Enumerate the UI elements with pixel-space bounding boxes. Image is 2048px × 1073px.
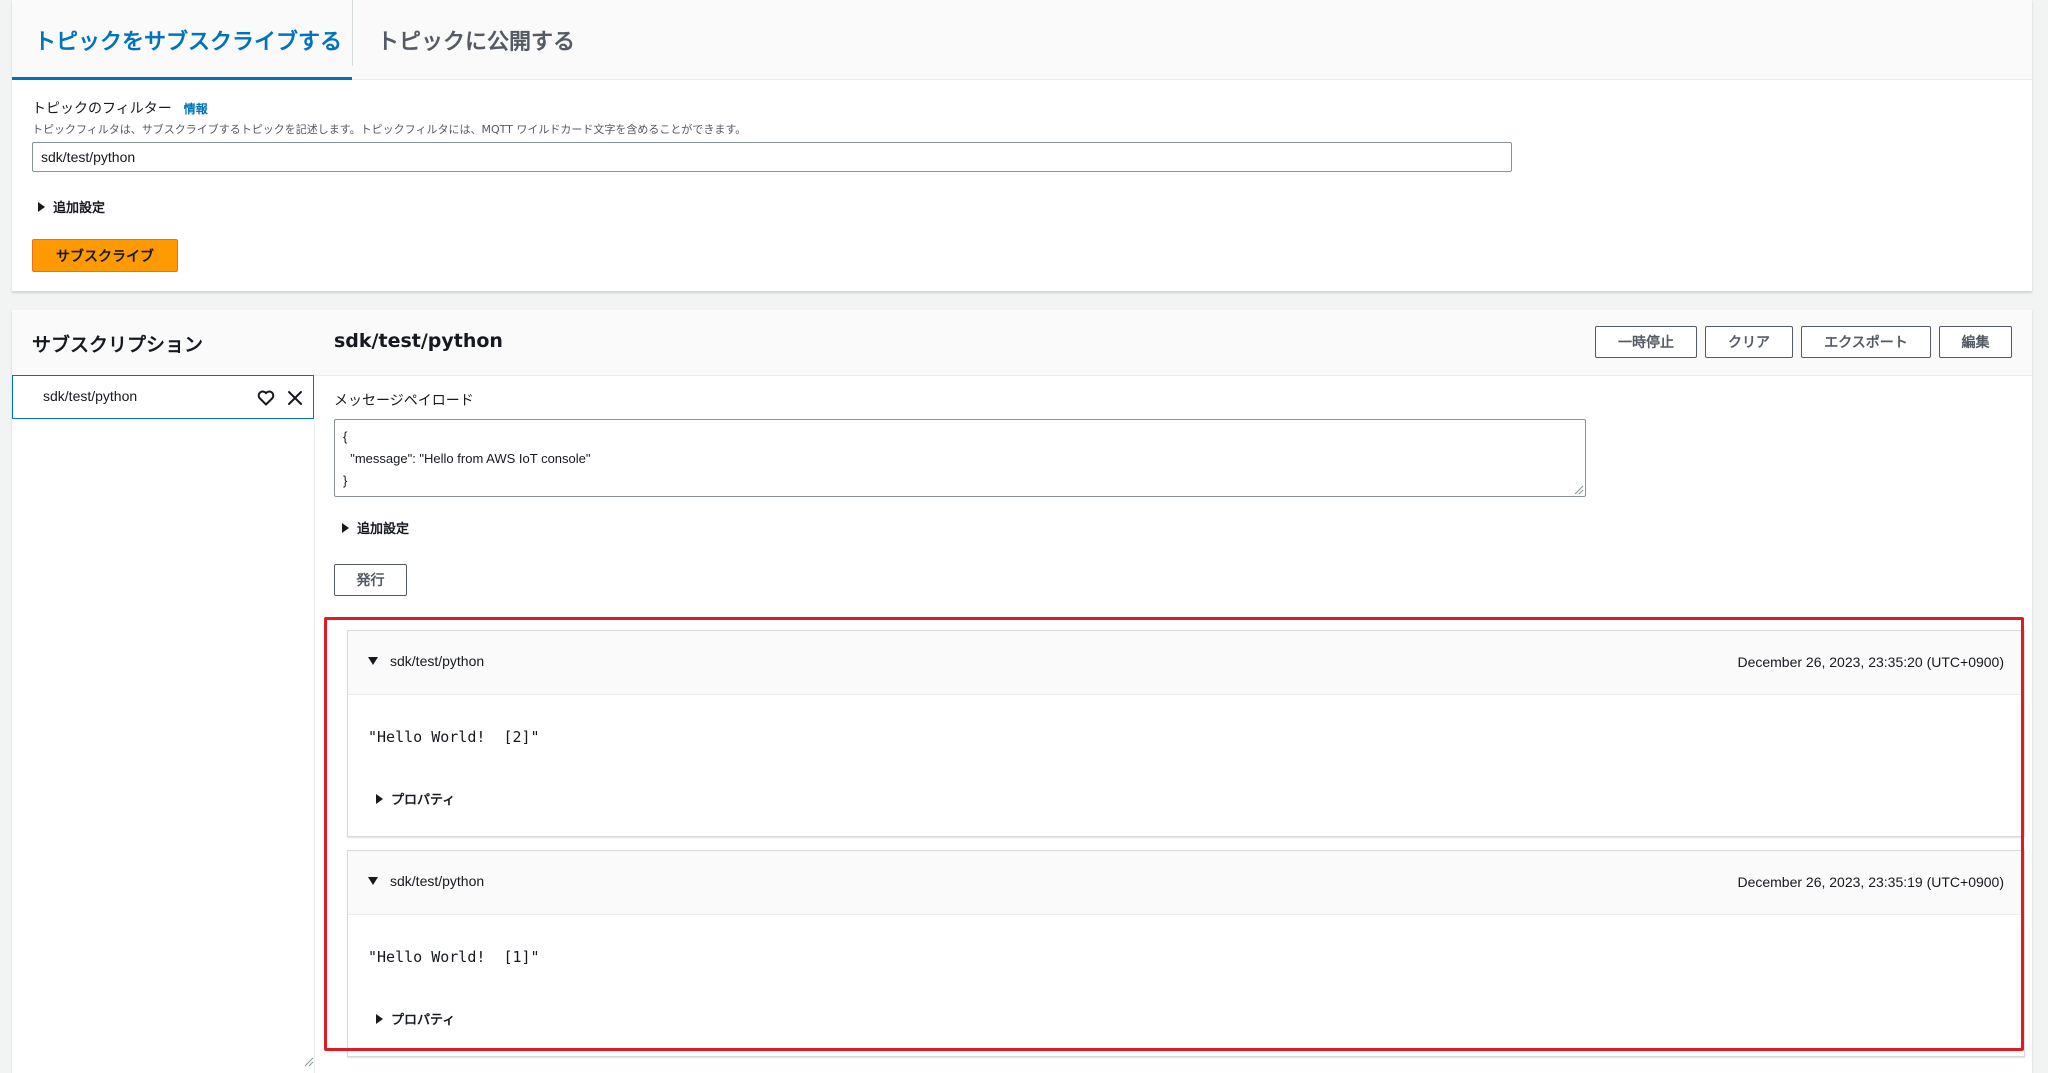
tab-subscribe[interactable]: トピックをサブスクライブする — [34, 0, 342, 80]
caret-right-icon — [38, 201, 45, 212]
export-button[interactable]: エクスポート — [1801, 326, 1931, 358]
textarea-resize-icon[interactable] — [1572, 483, 1584, 495]
subscription-item-label: sdk/test/python — [43, 388, 138, 404]
subscribe-card: トピックをサブスクライブする トピックに公開する トピックのフィルター 情報 ト… — [12, 0, 2032, 292]
publish-additional-settings-label: 追加設定 — [357, 522, 410, 537]
message-payload-textarea[interactable]: { "message": "Hello from AWS IoT console… — [334, 419, 1586, 497]
pause-button[interactable]: 一時停止 — [1595, 326, 1697, 358]
additional-settings-toggle[interactable]: 追加設定 — [38, 197, 105, 216]
sidebar-divider — [314, 419, 315, 1073]
publish-button[interactable]: 発行 — [334, 564, 407, 596]
edit-button[interactable]: 編集 — [1939, 326, 2012, 358]
active-tab-indicator — [12, 77, 352, 80]
topic-filter-input[interactable] — [32, 142, 1512, 172]
subscription-item[interactable]: sdk/test/python — [12, 375, 314, 419]
info-link[interactable]: 情報 — [184, 100, 208, 117]
caret-right-icon — [342, 522, 349, 533]
additional-settings-label: 追加設定 — [53, 201, 106, 216]
tab-divider — [352, 0, 353, 66]
highlight-box — [324, 617, 2024, 1051]
publish-additional-settings-toggle[interactable]: 追加設定 — [342, 518, 409, 537]
topic-filter-label: トピックのフィルター 情報 — [32, 98, 208, 118]
topic-filter-description: トピックフィルタは、サブスクライブするトピックを記述します。トピックフィルタには… — [32, 123, 747, 136]
message-payload-label: メッセージペイロード — [334, 393, 474, 409]
heart-icon[interactable] — [256, 388, 276, 408]
subscribe-button[interactable]: サブスクライブ — [32, 239, 178, 272]
tab-publish[interactable]: トピックに公開する — [377, 0, 575, 80]
resize-handle-icon[interactable] — [302, 1055, 314, 1067]
tab-bar: トピックをサブスクライブする トピックに公開する — [12, 0, 2032, 80]
clear-button[interactable]: クリア — [1705, 326, 1793, 358]
subscriptions-title: サブスクリプション — [32, 334, 204, 356]
selected-topic-title: sdk/test/python — [334, 330, 503, 352]
close-icon[interactable] — [285, 388, 305, 408]
topic-filter-label-text: トピックのフィルター — [32, 101, 172, 117]
